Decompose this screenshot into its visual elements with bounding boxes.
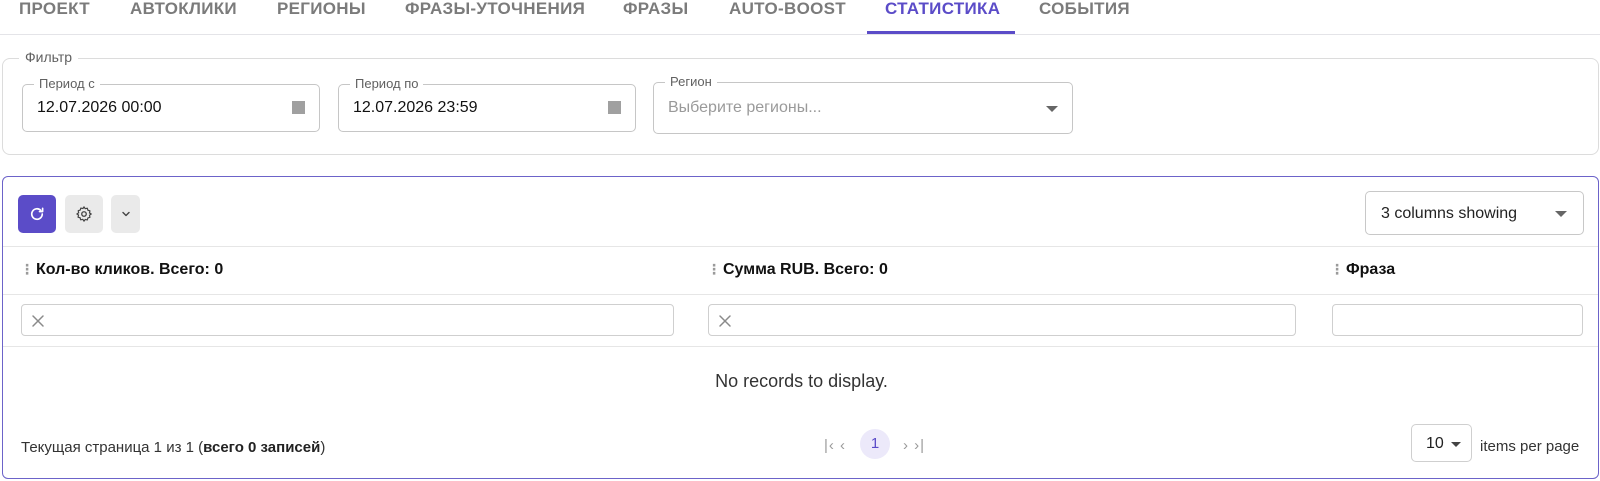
first-prev-page-button[interactable]: |‹ ‹ [824, 437, 846, 454]
chevron-down-icon [1555, 211, 1567, 217]
settings-button[interactable] [65, 195, 103, 233]
active-tab-indicator [867, 31, 1015, 34]
more-options-button[interactable] [111, 195, 140, 233]
filter-legend: Фильтр [19, 49, 79, 65]
tab-project[interactable]: Проект [19, 0, 90, 34]
period-from-field[interactable]: Период с 12.07.2026 00:00 [22, 76, 320, 132]
chevron-down-icon [1046, 106, 1058, 112]
close-icon[interactable] [30, 313, 46, 329]
divider [3, 294, 1598, 295]
page-number-button[interactable]: 1 [860, 429, 890, 459]
statistics-table-panel: 3 columns showing ⋮ Кол-во кликов. Всего… [2, 176, 1599, 479]
empty-table-message: No records to display. [715, 371, 888, 391]
pagination-info: Текущая страница 1 из 1 (всего 0 записей… [21, 439, 326, 456]
columns-visibility-value: 3 columns showing [1381, 205, 1518, 222]
chevron-down-icon [121, 211, 130, 217]
period-to-field[interactable]: Период по 12.07.2026 23:59 [338, 76, 636, 132]
region-label: Регион [665, 74, 717, 90]
tab-events[interactable]: События [1039, 0, 1130, 34]
tab-phrases[interactable]: Фразы [623, 0, 688, 34]
column-header-amount[interactable]: Сумма RUB. Всего: 0 [723, 261, 888, 279]
tab-auto-boost[interactable]: Auto-Boost [729, 0, 846, 34]
tab-phrase-refinements[interactable]: Фразы-уточнения [405, 0, 585, 34]
items-per-page-label: items per page [1480, 438, 1580, 455]
drag-handle-icon[interactable]: ⋮ [1330, 262, 1344, 276]
region-placeholder: Выберите регионы... [668, 99, 822, 116]
refresh-button[interactable] [18, 195, 56, 233]
gear-icon [76, 206, 92, 222]
divider [3, 346, 1598, 347]
period-to-value: 12.07.2026 23:59 [353, 99, 478, 116]
close-icon[interactable] [717, 313, 733, 329]
calendar-icon[interactable] [608, 101, 621, 114]
region-select[interactable]: Регион Выберите регионы... [653, 74, 1073, 134]
period-to-label: Период по [350, 76, 424, 92]
period-from-value: 12.07.2026 00:00 [37, 99, 162, 116]
divider [3, 246, 1598, 247]
tab-autoclicks[interactable]: Автоклики [130, 0, 237, 34]
calendar-icon[interactable] [292, 101, 305, 114]
refresh-icon [30, 207, 44, 221]
drag-handle-icon[interactable]: ⋮ [707, 262, 721, 276]
column-header-clicks[interactable]: Кол-во кликов. Всего: 0 [36, 261, 223, 279]
items-per-page-value: 10 [1426, 435, 1444, 452]
chevron-down-icon [1451, 442, 1461, 447]
items-per-page-select[interactable]: 10 [1411, 424, 1472, 462]
period-from-label: Период с [34, 76, 100, 92]
amount-filter-input[interactable] [708, 304, 1296, 336]
clicks-filter-input[interactable] [21, 304, 674, 336]
columns-visibility-select[interactable]: 3 columns showing [1365, 191, 1584, 235]
tab-bar: Проект Автоклики Регионы Фразы-уточнения… [0, 0, 1600, 35]
tab-regions[interactable]: Регионы [277, 0, 366, 34]
next-last-page-button[interactable]: › ›| [903, 437, 925, 454]
column-header-phrase[interactable]: Фраза [1346, 261, 1395, 279]
tab-statistics[interactable]: Статистика [885, 0, 1000, 34]
phrase-filter-input[interactable] [1332, 304, 1583, 336]
drag-handle-icon[interactable]: ⋮ [20, 262, 34, 276]
